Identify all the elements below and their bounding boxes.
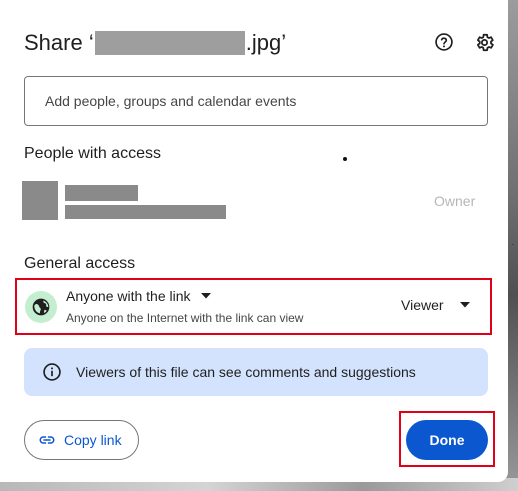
user-name-redacted <box>65 185 138 201</box>
globe-icon-badge <box>25 291 57 323</box>
general-access-dropdown[interactable]: Anyone with the link <box>66 288 211 304</box>
add-people-input[interactable]: Add people, groups and calendar events <box>24 76 488 126</box>
settings-button[interactable] <box>472 30 496 54</box>
done-button[interactable]: Done <box>406 420 488 460</box>
people-with-access-label: People with access <box>24 145 161 162</box>
general-access-type: Anyone with the link <box>66 288 191 304</box>
dialog-title: Share ‘ .jpg’ <box>24 30 286 56</box>
share-dialog: Share ‘ .jpg’ Add people, groups and cal… <box>0 0 508 482</box>
user-email-redacted <box>65 205 226 219</box>
info-banner: Viewers of this file can see comments an… <box>24 348 488 396</box>
help-circle-icon <box>435 33 453 51</box>
role-label: Viewer <box>401 297 444 313</box>
title-prefix: Share ‘ <box>24 30 94 55</box>
caret-down-icon <box>200 293 211 299</box>
gear-icon <box>476 33 494 51</box>
cursor-dot <box>343 157 347 161</box>
filename-redacted <box>94 31 245 55</box>
caret-down-icon <box>459 302 470 308</box>
title-suffix: .jpg’ <box>245 30 287 55</box>
copy-link-label: Copy link <box>64 432 122 448</box>
general-access-description: Anyone on the Internet with the link can… <box>66 311 304 325</box>
role-dropdown[interactable]: Viewer <box>401 297 470 313</box>
globe-icon <box>32 298 50 316</box>
info-icon <box>41 361 63 383</box>
info-message: Viewers of this file can see comments an… <box>76 364 416 380</box>
background-glyph: · <box>511 239 515 250</box>
copy-link-button[interactable]: Copy link <box>24 420 139 460</box>
done-label: Done <box>429 432 465 448</box>
help-button[interactable] <box>432 30 456 54</box>
link-icon <box>38 431 56 449</box>
owner-role-label: Owner <box>434 193 476 209</box>
general-access-label: General access <box>24 255 136 272</box>
avatar-redacted <box>22 181 58 220</box>
